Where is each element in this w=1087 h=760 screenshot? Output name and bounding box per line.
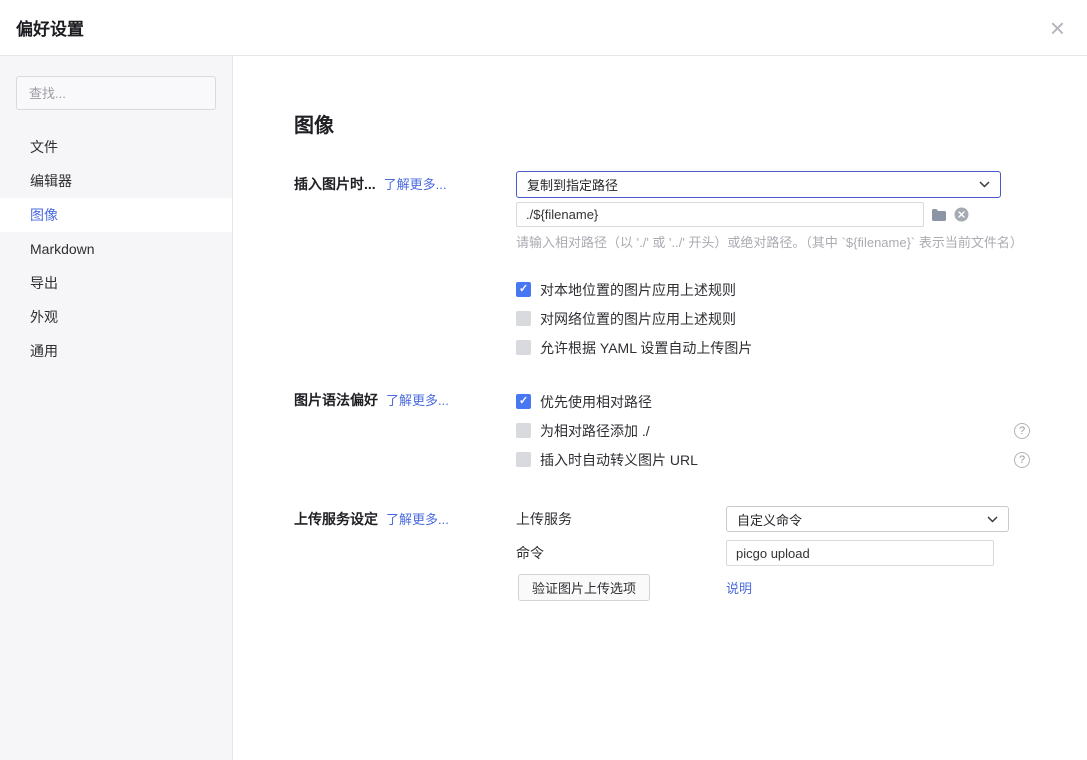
checkbox-label: 为相对路径添加 ./ <box>540 421 650 441</box>
verify-upload-button[interactable]: 验证图片上传选项 <box>518 574 650 601</box>
checkbox-yaml-upload[interactable] <box>516 340 531 355</box>
search-input[interactable] <box>16 76 216 110</box>
insert-action-select[interactable]: 复制到指定路径 <box>516 171 1001 198</box>
checkbox-row-yaml-upload[interactable]: 允许根据 YAML 设置自动上传图片 <box>516 333 1030 362</box>
section-label-row: 图片语法偏好 了解更多... <box>294 387 516 474</box>
upload-command-row: 命令 <box>516 540 1030 566</box>
chevron-down-icon <box>979 181 990 188</box>
upload-doc-link[interactable]: 说明 <box>726 578 752 597</box>
window-title: 偏好设置 <box>16 15 84 40</box>
checkbox-label: 对网络位置的图片应用上述规则 <box>540 309 736 329</box>
section-syntax-controls: 优先使用相对路径 为相对路径添加 ./ 插入时自动转义图片 URL <box>516 387 1030 474</box>
sidebar-item-image[interactable]: 图像 <box>0 198 232 232</box>
checkbox-row-web-images[interactable]: 对网络位置的图片应用上述规则 <box>516 304 1030 333</box>
learn-more-link[interactable]: 了解更多... <box>386 506 449 533</box>
upload-verify-row: 验证图片上传选项 说明 <box>516 574 1030 601</box>
sidebar-item-files[interactable]: 文件 <box>0 130 232 164</box>
section-insert-controls: 复制到指定路径 请输入相对路径（以 ' <box>516 171 1030 362</box>
insert-action-select-value: 复制到指定路径 <box>527 175 618 194</box>
insert-checkbox-list: 对本地位置的图片应用上述规则 对网络位置的图片应用上述规则 允许根据 YAML … <box>516 275 1030 362</box>
sidebar-item-editor[interactable]: 编辑器 <box>0 164 232 198</box>
section-insert-image: 插入图片时... 了解更多... 复制到指定路径 <box>294 171 1030 362</box>
sidebar-item-appearance[interactable]: 外观 <box>0 300 232 334</box>
checkbox-escape-url[interactable] <box>516 452 531 467</box>
checkbox-add-dot-slash[interactable] <box>516 423 531 438</box>
checkbox-label: 允许根据 YAML 设置自动上传图片 <box>540 338 752 358</box>
help-icon[interactable] <box>1014 452 1030 468</box>
path-help-text: 请输入相对路径（以 './' 或 '../' 开头）或绝对路径。（其中 `${f… <box>516 235 1030 251</box>
image-path-input[interactable] <box>516 202 924 227</box>
upload-service-row: 上传服务 自定义命令 <box>516 506 1030 532</box>
checkbox-prefer-relative[interactable] <box>516 394 531 409</box>
sidebar: 文件 编辑器 图像 Markdown 导出 外观 通用 <box>0 56 233 760</box>
preferences-window: 偏好设置 × 文件 编辑器 图像 Markdown 导出 外观 通用 图像 <box>0 0 1087 760</box>
chevron-down-icon <box>987 516 998 523</box>
sidebar-item-export[interactable]: 导出 <box>0 266 232 300</box>
close-icon[interactable]: × <box>1050 15 1065 41</box>
checkbox-row-local-images[interactable]: 对本地位置的图片应用上述规则 <box>516 275 1030 304</box>
command-label: 命令 <box>516 543 726 563</box>
checkbox-label: 对本地位置的图片应用上述规则 <box>540 280 736 300</box>
section-syntax-label: 图片语法偏好 <box>294 387 378 414</box>
learn-more-link[interactable]: 了解更多... <box>384 171 447 198</box>
checkbox-row-add-dot-slash[interactable]: 为相对路径添加 ./ <box>516 416 1030 445</box>
section-upload-service: 上传服务设定 了解更多... 上传服务 自定义命令 <box>294 506 1030 609</box>
sidebar-item-general[interactable]: 通用 <box>0 334 232 368</box>
image-path-row <box>516 202 1030 227</box>
section-label-row: 插入图片时... 了解更多... <box>294 171 516 362</box>
help-icon[interactable] <box>1014 423 1030 439</box>
upload-service-select-value: 自定义命令 <box>737 510 802 529</box>
titlebar: 偏好设置 × <box>0 0 1087 56</box>
verify-button-slot: 验证图片上传选项 <box>516 574 726 601</box>
section-upload-label: 上传服务设定 <box>294 506 378 533</box>
settings-panel: 图像 插入图片时... 了解更多... 复制到指定路径 <box>233 56 1087 760</box>
command-input[interactable] <box>726 540 994 566</box>
sidebar-nav: 文件 编辑器 图像 Markdown 导出 外观 通用 <box>0 130 232 368</box>
upload-service-select[interactable]: 自定义命令 <box>726 506 1009 532</box>
upload-service-label: 上传服务 <box>516 509 726 529</box>
sidebar-search <box>0 76 232 110</box>
section-label-row: 上传服务设定 了解更多... <box>294 506 516 609</box>
section-image-syntax: 图片语法偏好 了解更多... 优先使用相对路径 为相对路径添加 ./ <box>294 387 1030 474</box>
section-insert-label: 插入图片时... <box>294 171 376 198</box>
checkbox-web-images[interactable] <box>516 311 531 326</box>
sidebar-item-markdown[interactable]: Markdown <box>0 232 232 266</box>
learn-more-link[interactable]: 了解更多... <box>386 387 449 414</box>
window-body: 文件 编辑器 图像 Markdown 导出 外观 通用 图像 插入图片时... … <box>0 56 1087 760</box>
folder-icon[interactable] <box>931 208 947 222</box>
clear-icon[interactable] <box>954 207 969 222</box>
checkbox-local-images[interactable] <box>516 282 531 297</box>
checkbox-row-escape-url[interactable]: 插入时自动转义图片 URL <box>516 445 1030 474</box>
checkbox-label: 优先使用相对路径 <box>540 392 652 412</box>
page-title: 图像 <box>294 114 1030 138</box>
checkbox-row-prefer-relative[interactable]: 优先使用相对路径 <box>516 387 1030 416</box>
checkbox-label: 插入时自动转义图片 URL <box>540 450 698 470</box>
section-upload-controls: 上传服务 自定义命令 命令 验 <box>516 506 1030 609</box>
